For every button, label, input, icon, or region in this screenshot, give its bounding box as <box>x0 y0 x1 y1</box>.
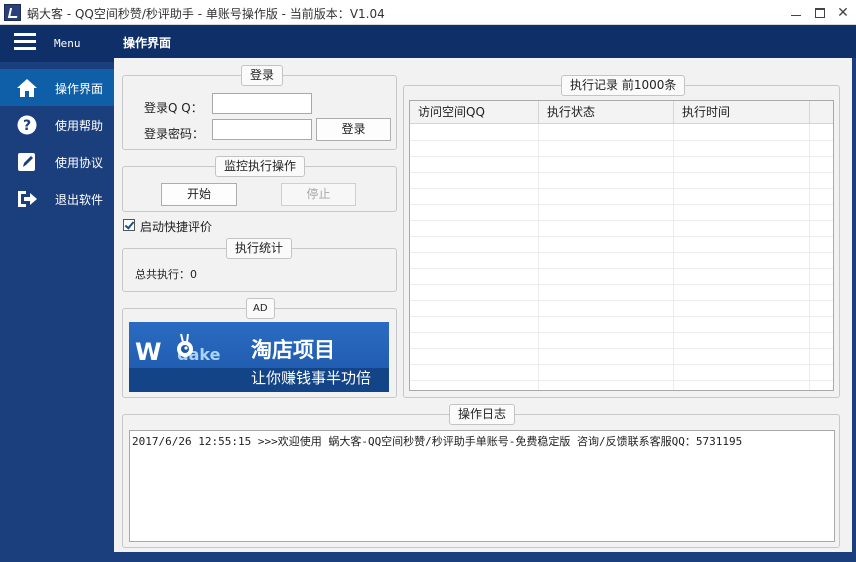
qq-label: 登录Q Q： <box>144 101 203 115</box>
maximize-button[interactable] <box>808 3 832 23</box>
grid-row-line <box>410 316 833 317</box>
help-circle-icon: ? <box>16 115 38 135</box>
quick-review-label: 启动快捷评价 <box>140 220 213 234</box>
grid-row-line <box>410 188 833 189</box>
grid-row-line <box>410 252 833 253</box>
bottom-frame <box>114 552 856 562</box>
window-title: 蜗大客 - QQ空间秒赞/秒评助手 - 单账号操作版 - 当前版本：V1.04 <box>27 7 385 21</box>
sidebar: Menu 操作界面 ? 使用帮助 使用协议 退出软件 <box>0 25 114 562</box>
hamburger-menu-icon[interactable] <box>14 33 36 51</box>
grid-row-line <box>410 364 833 365</box>
maximize-icon <box>815 8 825 18</box>
sidebar-item-label: 退出软件 <box>55 193 104 207</box>
sidebar-item-exit[interactable]: 退出软件 <box>0 180 114 217</box>
log-textarea[interactable]: 2017/6/26 12:55:15 >>>欢迎使用 蜗大客-QQ空间秒赞/秒评… <box>129 430 835 542</box>
content-header: 操作界面 <box>114 25 856 58</box>
password-input[interactable] <box>212 119 312 140</box>
sidebar-item-label: 使用协议 <box>55 156 104 170</box>
ad-group-title: AD <box>246 298 275 319</box>
ad-logo-w: W <box>135 338 161 366</box>
sidebar-item-operation[interactable]: 操作界面 <box>0 69 114 106</box>
home-icon <box>16 78 38 98</box>
start-button[interactable]: 开始 <box>161 183 237 206</box>
grid-row-line <box>410 236 833 237</box>
column-header-time[interactable]: 执行时间 <box>674 101 810 124</box>
column-header-filler <box>810 101 833 124</box>
sidebar-item-agreement[interactable]: 使用协议 <box>0 143 114 180</box>
grid-row-line <box>410 204 833 205</box>
svg-text:?: ? <box>23 118 31 134</box>
grid-row-line <box>410 220 833 221</box>
grid-row-line <box>410 140 833 141</box>
stats-group-title: 执行统计 <box>226 238 293 259</box>
password-label: 登录密码： <box>144 127 205 141</box>
quick-review-checkbox[interactable] <box>123 219 135 231</box>
sign-out-icon <box>16 189 38 209</box>
monitor-group-title: 监控执行操作 <box>215 156 306 177</box>
grid-row-line <box>410 300 833 301</box>
total-executed-label: 总共执行：0 <box>135 268 197 281</box>
close-button[interactable]: ✕ <box>831 3 855 23</box>
page-title: 操作界面 <box>123 36 172 50</box>
minimize-icon <box>791 15 801 16</box>
grid-row-line <box>410 268 833 269</box>
log-group-title: 操作日志 <box>449 404 516 425</box>
grid-row-line <box>410 332 833 333</box>
ad-tagline: 让你赚钱事半功倍 <box>251 369 372 387</box>
sidebar-item-label: 使用帮助 <box>55 119 104 133</box>
log-line: 2017/6/26 12:55:15 >>>欢迎使用 蜗大客-QQ空间秒赞/秒评… <box>132 435 743 448</box>
grid-row-line <box>410 348 833 349</box>
login-button[interactable]: 登录 <box>316 118 391 141</box>
ad-headline: 淘店项目 <box>251 338 335 362</box>
right-frame <box>852 58 856 562</box>
grid-row-line <box>410 172 833 173</box>
column-header-qq[interactable]: 访问空间QQ <box>410 101 539 124</box>
grid-row-line <box>410 156 833 157</box>
menu-label: Menu <box>54 37 81 50</box>
sidebar-item-help[interactable]: ? 使用帮助 <box>0 106 114 143</box>
app-logo-icon <box>4 4 21 21</box>
column-header-status[interactable]: 执行状态 <box>539 101 674 124</box>
qq-input[interactable] <box>212 93 312 114</box>
edit-pencil-icon <box>16 152 38 172</box>
grid-divider <box>538 124 539 390</box>
grid-row-line <box>410 284 833 285</box>
minimize-button[interactable] <box>784 3 808 23</box>
sidebar-header: Menu <box>0 25 114 62</box>
grid-row-line <box>410 380 833 381</box>
close-icon: ✕ <box>837 5 849 21</box>
grid-divider <box>809 124 810 390</box>
snail-icon <box>177 333 193 357</box>
records-table[interactable]: 访问空间QQ 执行状态 执行时间 <box>409 100 834 391</box>
records-group-title: 执行记录 前1000条 <box>561 75 686 96</box>
stop-button[interactable]: 停止 <box>281 183 356 206</box>
ad-banner[interactable]: Wodake 淘店项目 让你赚钱事半功倍 <box>129 322 389 392</box>
sidebar-item-label: 操作界面 <box>55 82 104 96</box>
grid-divider <box>673 124 674 390</box>
login-group-title: 登录 <box>241 65 284 86</box>
title-bar: 蜗大客 - QQ空间秒赞/秒评助手 - 单账号操作版 - 当前版本：V1.04 … <box>0 0 856 25</box>
